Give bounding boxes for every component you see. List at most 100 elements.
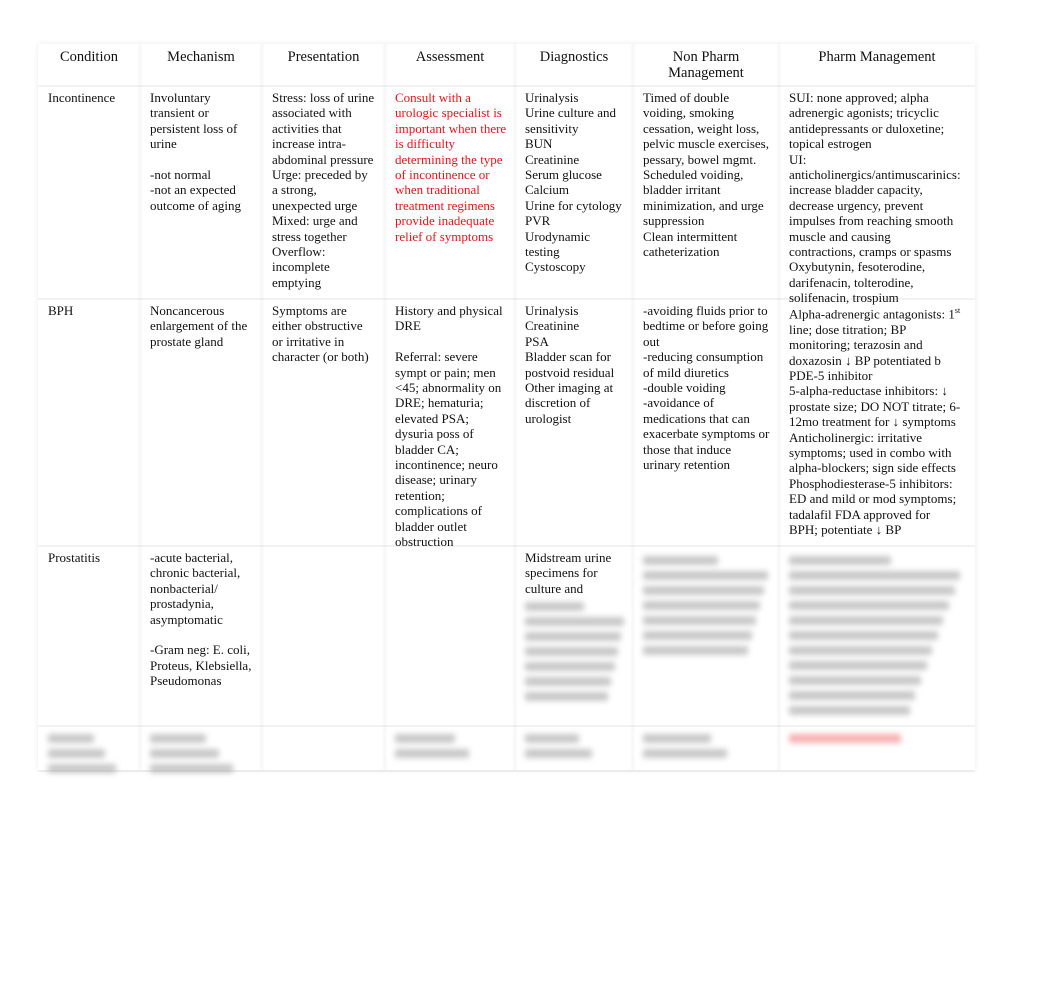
cell-line: when traditional [395, 182, 515, 197]
obscured-content [395, 734, 515, 758]
cell-line: emptying [272, 275, 385, 290]
cell-text: anticholinergics/antimuscarinics: [789, 167, 961, 183]
cell-line: catheterization [643, 244, 779, 259]
cell-line: those that induce [643, 442, 779, 457]
header-presentation: Presentation [262, 49, 385, 65]
column-divider [630, 725, 636, 770]
obscured-content [48, 734, 140, 773]
cell-line: treatment regimens [395, 198, 515, 213]
cell-line: increase intra- [272, 136, 385, 151]
cell-line: Other imaging at [525, 380, 633, 395]
cell-line: History and physical [395, 303, 515, 318]
cell-text: urine [150, 136, 177, 152]
obscured-content [789, 556, 975, 715]
cell-text: monitoring; terazosin and [789, 337, 923, 353]
cell-line: Urodynamic [525, 229, 633, 244]
table-row-incontinence: Incontinence Involuntary transient or persi… [38, 85, 975, 305]
cell-text: chronic bacterial, [150, 565, 241, 581]
cell-text: ED and mild or mod symptoms; [789, 491, 957, 507]
header-text: Presentation [287, 49, 360, 65]
obscured-content [525, 734, 633, 758]
column-divider [630, 298, 636, 545]
cell-line: PVR [525, 213, 633, 228]
cell-text: asymptomatic [150, 611, 223, 627]
cell-text: elevated PSA; [395, 410, 470, 426]
header-text: Diagnostics [539, 49, 609, 65]
cell-line: of incontinence or [395, 167, 515, 182]
cell-text: PDE-5 inhibitor [789, 367, 873, 383]
cell-line: Cystoscopy [525, 259, 633, 274]
cell-text: those that induce [643, 441, 732, 457]
cell-line: sensitivity [525, 121, 633, 136]
cell-line: decrease urgency, prevent [789, 198, 975, 213]
cell-text: of mild diuretics [643, 364, 729, 380]
cell-text: -not an expected [150, 182, 236, 198]
cell-line: <45; abnormality on [395, 380, 515, 395]
cell-line: culture and [525, 581, 633, 596]
cell-text: Anticholinergic: irritative [789, 429, 922, 445]
cell-line: bedtime or before going [643, 318, 779, 333]
cell-text: prostadynia, [150, 596, 214, 612]
cell-line: antidepressants or duloxetine; [789, 121, 975, 136]
cell-text: Phosphodiesterase-5 inhibitors: [789, 475, 953, 491]
cell-text: adrenergic agonists; tricyclic [789, 105, 939, 121]
cell-text: Urine for cytology [525, 197, 622, 213]
cell-line: urinary retention [643, 457, 779, 472]
cell-line: adrenergic agonists; tricyclic [789, 105, 975, 120]
cell-text: stress together [272, 228, 347, 244]
cell-line: either obstructive [272, 318, 385, 333]
cell-text: -reducing consumption [643, 349, 764, 365]
cell-text: prostate size; DO NOT titrate; 6- [789, 398, 961, 414]
cell-obscured [515, 728, 633, 758]
cell-line: cessation, weight loss, [643, 121, 779, 136]
cell-line: symptoms; used in combo with [789, 445, 975, 460]
cell-line: disease; urinary [395, 472, 515, 487]
column-divider [382, 85, 388, 298]
cell-line: Bladder scan for [525, 349, 633, 364]
cell-line: Proteus, Klebsiella, [150, 658, 262, 673]
cell-text: outcome of aging [150, 197, 241, 213]
cell-line: Anticholinergic: irritative [789, 430, 975, 445]
cell-line: topical estrogen [789, 136, 975, 151]
cell-line: prostate gland [150, 334, 262, 349]
cell-text: suppression [643, 213, 705, 229]
cell-line: Consult with a [395, 90, 515, 105]
cell-line: -not normal [150, 167, 262, 182]
cell-text: symptoms; used in combo with [789, 444, 952, 460]
cell-text: contractions, cramps or spasms [789, 244, 952, 260]
cell-line: incontinence; neuro [395, 457, 515, 472]
cell-line [150, 152, 262, 167]
column-divider [137, 545, 143, 725]
cell-line: Calcium [525, 182, 633, 197]
cell-line: or irritative in [272, 334, 385, 349]
column-divider [137, 44, 143, 85]
cell-pharm: SUI: none approved; alpha adrenergic agon… [779, 90, 975, 306]
cell-text: medications that can [643, 410, 750, 426]
cell-line: BPH; potentiate ↓ BP [789, 522, 975, 537]
column-divider [137, 85, 143, 298]
cell-text: cessation, weight loss, [643, 120, 760, 136]
header-diagnostics: Diagnostics [515, 49, 633, 65]
column-divider [382, 44, 388, 85]
cell-text: bladder CA; [395, 441, 459, 457]
cell-line: muscle and causing [789, 229, 975, 244]
cell-text: 12mo treatment for ↓ symptoms [789, 414, 956, 430]
cell-line: relief of symptoms [395, 229, 515, 244]
cell-obscured [385, 728, 515, 758]
cell-text: or irritative in [272, 333, 345, 349]
header-text: Pharm Management [818, 49, 936, 65]
cell-text: prostate gland [150, 333, 224, 349]
cell-line: unexpected urge [272, 198, 385, 213]
cell-nonpharm: Timed of double voiding, smoking cessation… [633, 90, 779, 259]
cell-text: important when there [395, 120, 507, 136]
cell-line: -reducing consumption [643, 349, 779, 364]
cell-line: outcome of aging [150, 198, 262, 213]
cell-text: Stress: loss of urine [272, 90, 375, 105]
header-mechanism: Mechanism [140, 49, 262, 65]
cell-text: impulses from reaching smooth [789, 213, 954, 229]
column-divider [776, 298, 782, 545]
cell-mechanism: Involuntary transient or persistent loss o… [140, 90, 262, 213]
cell-line: of mild diuretics [643, 365, 779, 380]
cell-line: doxazosin ↓ BP potentiated b [789, 353, 975, 368]
cell-text: Alpha-adrenergic antagonists: 1 [789, 306, 955, 322]
